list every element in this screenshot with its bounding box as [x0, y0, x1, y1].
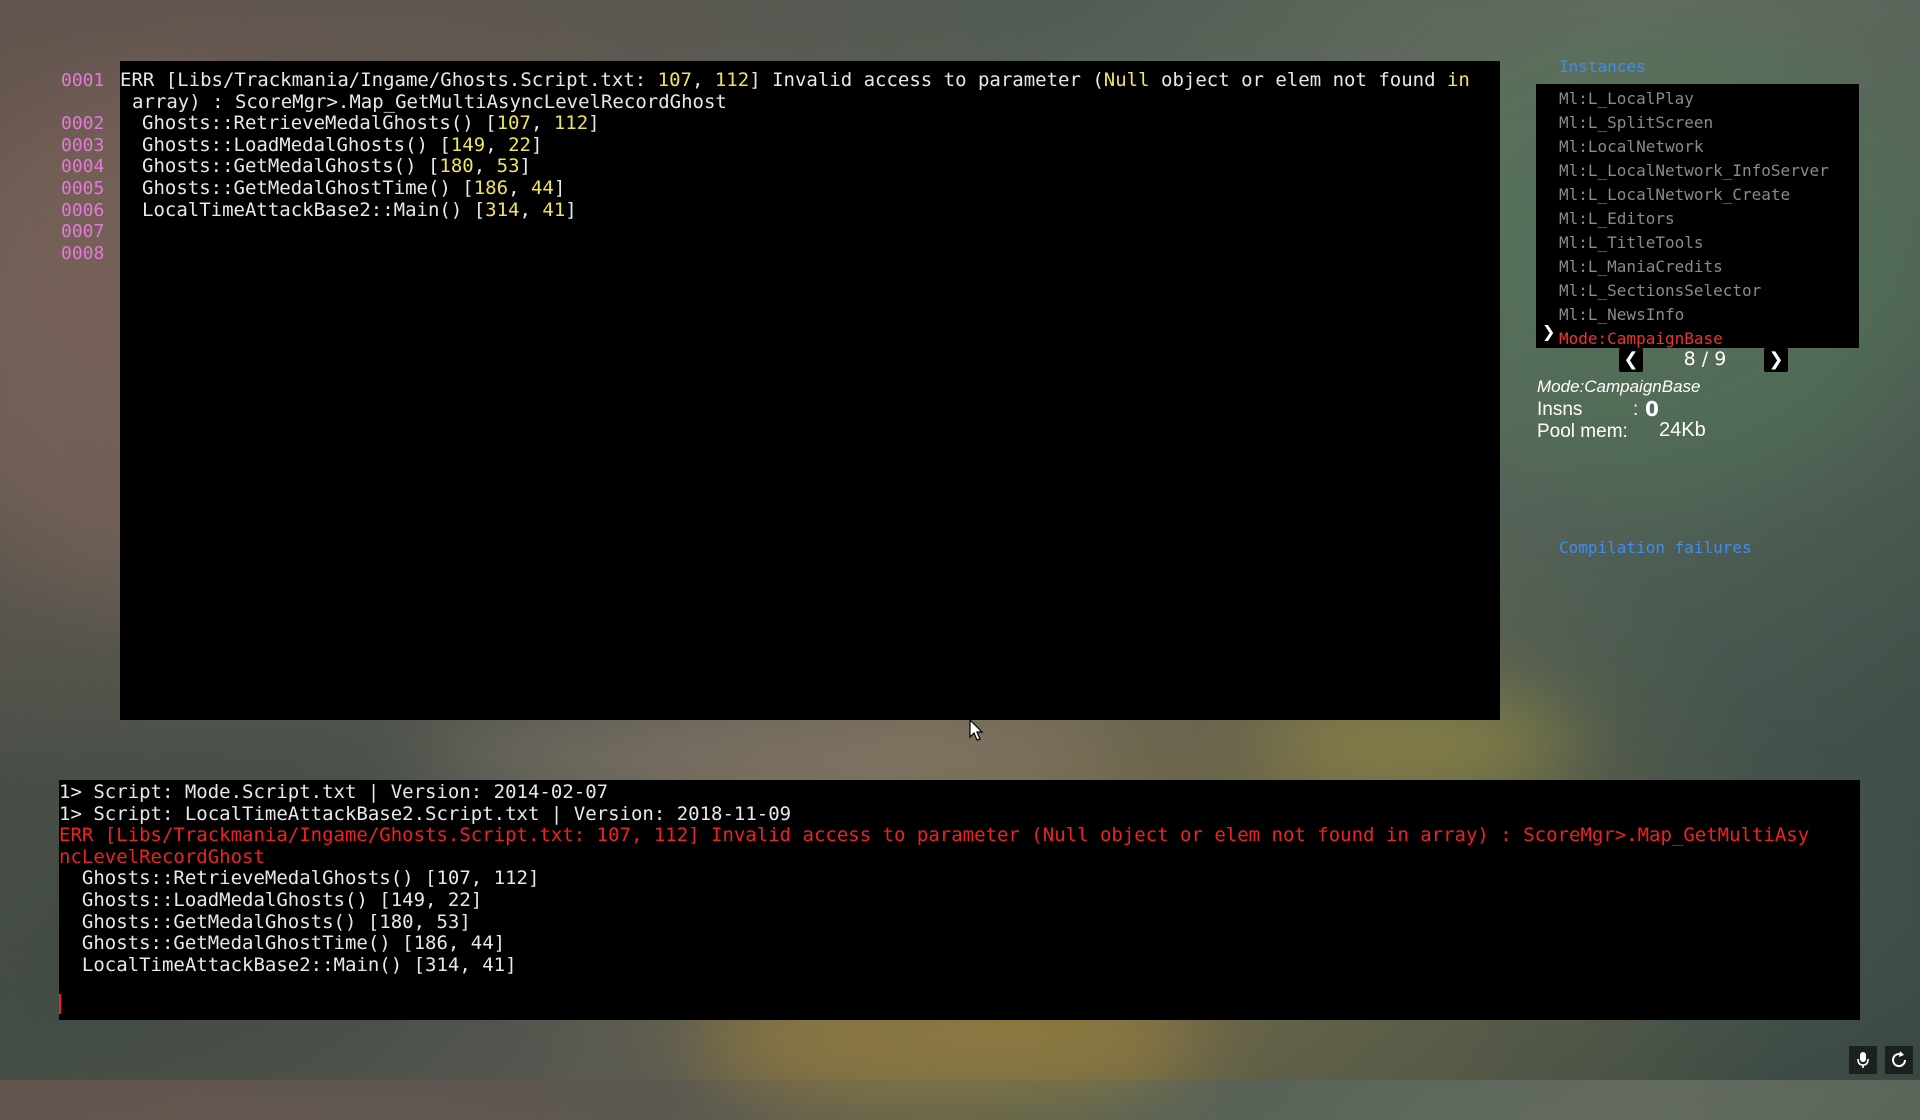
pool-mem-label: Pool mem:: [1537, 421, 1628, 442]
console-panel[interactable]: 1> Script: Mode.Script.txt | Version: 20…: [59, 780, 1860, 1020]
editor-line: array) : ScoreMgr>.Map_GetMultiAsyncLeve…: [132, 92, 727, 113]
script-editor-panel[interactable]: ERR [Libs/Trackmania/Ingame/Ghosts.Scrip…: [120, 61, 1500, 720]
editor-token: Ghosts::GetMedalGhosts() [: [142, 155, 440, 177]
console-line: ERR [Libs/Trackmania/Ingame/Ghosts.Scrip…: [59, 824, 1810, 847]
pager-text: 8 / 9: [1683, 348, 1727, 370]
editor-token: 112: [553, 112, 589, 134]
editor-token: 112: [714, 69, 750, 91]
instance-item[interactable]: Ml:L_SplitScreen: [1559, 112, 1713, 134]
instance-item[interactable]: Mode:CampaignBase: [1559, 328, 1723, 350]
pool-mem-value: 24Kb: [1659, 419, 1706, 441]
editor-token: 186: [473, 177, 509, 199]
instance-item[interactable]: Ml:LocalNetwork: [1559, 136, 1704, 158]
editor-line: ERR [Libs/Trackmania/Ingame/Ghosts.Scrip…: [120, 70, 1470, 91]
line-number: 0004: [61, 156, 105, 177]
console-line: LocalTimeAttackBase2::Main() [314, 41]: [59, 953, 517, 976]
console-line: Ghosts::LoadMedalGhosts() [149, 22]: [59, 889, 483, 911]
editor-token: ]: [530, 134, 543, 156]
editor-line: LocalTimeAttackBase2::Main() [314, 41]: [142, 200, 577, 221]
editor-token: 107: [496, 112, 531, 134]
editor-token: ] Invalid access to parameter (: [749, 69, 1104, 91]
instance-item[interactable]: Ml:L_LocalNetwork_InfoServer: [1559, 160, 1829, 182]
pager-prev-button[interactable]: ❮: [1619, 348, 1643, 372]
instance-item[interactable]: Ml:L_TitleTools: [1559, 232, 1704, 254]
instance-item[interactable]: Ml:L_ManiaCredits: [1559, 256, 1723, 278]
instance-item[interactable]: Ml:L_LocalPlay: [1559, 88, 1694, 110]
refresh-icon[interactable]: [1885, 1046, 1913, 1074]
editor-token: Ghosts::RetrieveMedalGhosts() [: [142, 112, 497, 134]
editor-line: Ghosts::GetMedalGhosts() [180, 53]: [142, 156, 531, 177]
compilation-failures-link[interactable]: Compilation failures: [1559, 538, 1752, 557]
editor-token: ERR [Libs/Trackmania/Ingame/Ghosts.Scrip…: [120, 69, 658, 91]
line-number: 0008: [61, 243, 105, 264]
editor-token: 41: [542, 199, 566, 221]
insns-value: 0: [1645, 397, 1659, 421]
line-number: 0007: [61, 221, 105, 242]
editor-token: ]: [588, 112, 600, 134]
instance-item[interactable]: Ml:L_Editors: [1559, 208, 1675, 230]
editor-line: Ghosts::GetMedalGhostTime() [186, 44]: [142, 178, 565, 199]
editor-token: 180: [439, 155, 474, 177]
console-input-caret[interactable]: [59, 994, 61, 1014]
editor-token: in: [1446, 69, 1470, 91]
editor-token: array) : ScoreMgr>.Map_GetMultiAsyncLeve…: [132, 91, 727, 113]
editor-token: 53: [496, 155, 520, 177]
editor-token: ]: [553, 177, 566, 199]
microphone-icon[interactable]: [1849, 1046, 1877, 1074]
console-line: 1> Script: Mode.Script.txt | Version: 20…: [59, 781, 609, 803]
editor-token: object or elem not found: [1149, 69, 1447, 91]
console-line: Ghosts::RetrieveMedalGhosts() [107, 112]: [59, 867, 540, 890]
editor-token: ]: [565, 199, 577, 221]
instances-title[interactable]: Instances: [1559, 57, 1646, 76]
line-number: 0001: [61, 70, 105, 91]
editor-token: ,: [530, 112, 554, 134]
editor-token: Null: [1103, 69, 1150, 91]
editor-token: ]: [519, 155, 531, 177]
pager-next-button[interactable]: ❯: [1764, 348, 1788, 372]
mouse-cursor-icon: [969, 719, 984, 741]
editor-token: ,: [691, 69, 715, 91]
instance-item[interactable]: Ml:L_NewsInfo: [1559, 304, 1684, 326]
instance-item[interactable]: Ml:L_SectionsSelector: [1559, 280, 1761, 302]
editor-line: Ghosts::RetrieveMedalGhosts() [107, 112]: [142, 113, 600, 134]
line-number: 0006: [61, 200, 105, 221]
editor-token: 107: [657, 69, 692, 91]
instance-item[interactable]: Ml:L_LocalNetwork_Create: [1559, 184, 1790, 206]
insns-colon: :: [1633, 399, 1639, 420]
editor-token: ,: [473, 155, 497, 177]
console-line: 1> Script: LocalTimeAttackBase2.Script.t…: [59, 802, 792, 825]
editor-token: ,: [519, 199, 543, 221]
console-line: ncLevelRecordGhost: [59, 845, 265, 868]
editor-token: LocalTimeAttackBase2::Main() [: [142, 199, 486, 221]
console-line: Ghosts::GetMedalGhostTime() [186, 44]: [59, 932, 506, 955]
line-number: 0002: [61, 113, 105, 134]
editor-token: 44: [530, 177, 554, 199]
line-number: 0005: [61, 178, 105, 199]
insns-label: Insns: [1537, 399, 1583, 420]
editor-token: Ghosts::LoadMedalGhosts() [: [142, 134, 451, 156]
editor-token: 22: [508, 134, 531, 156]
mode-label: Mode:CampaignBase: [1537, 377, 1701, 396]
editor-token: ,: [485, 134, 509, 156]
editor-token: Ghosts::GetMedalGhostTime() [: [142, 177, 474, 199]
editor-token: 314: [485, 199, 520, 221]
line-number: 0003: [61, 135, 105, 156]
selected-marker-icon: ❯: [1542, 322, 1556, 341]
editor-line: Ghosts::LoadMedalGhosts() [149, 22]: [142, 135, 542, 156]
editor-token: 149: [450, 134, 486, 156]
editor-token: ,: [508, 177, 531, 199]
console-line: Ghosts::GetMedalGhosts() [180, 53]: [59, 910, 471, 933]
instances-list[interactable]: ❯ Ml:L_LocalPlay Ml:L_SplitScreen Ml:Local…: [1536, 84, 1859, 348]
